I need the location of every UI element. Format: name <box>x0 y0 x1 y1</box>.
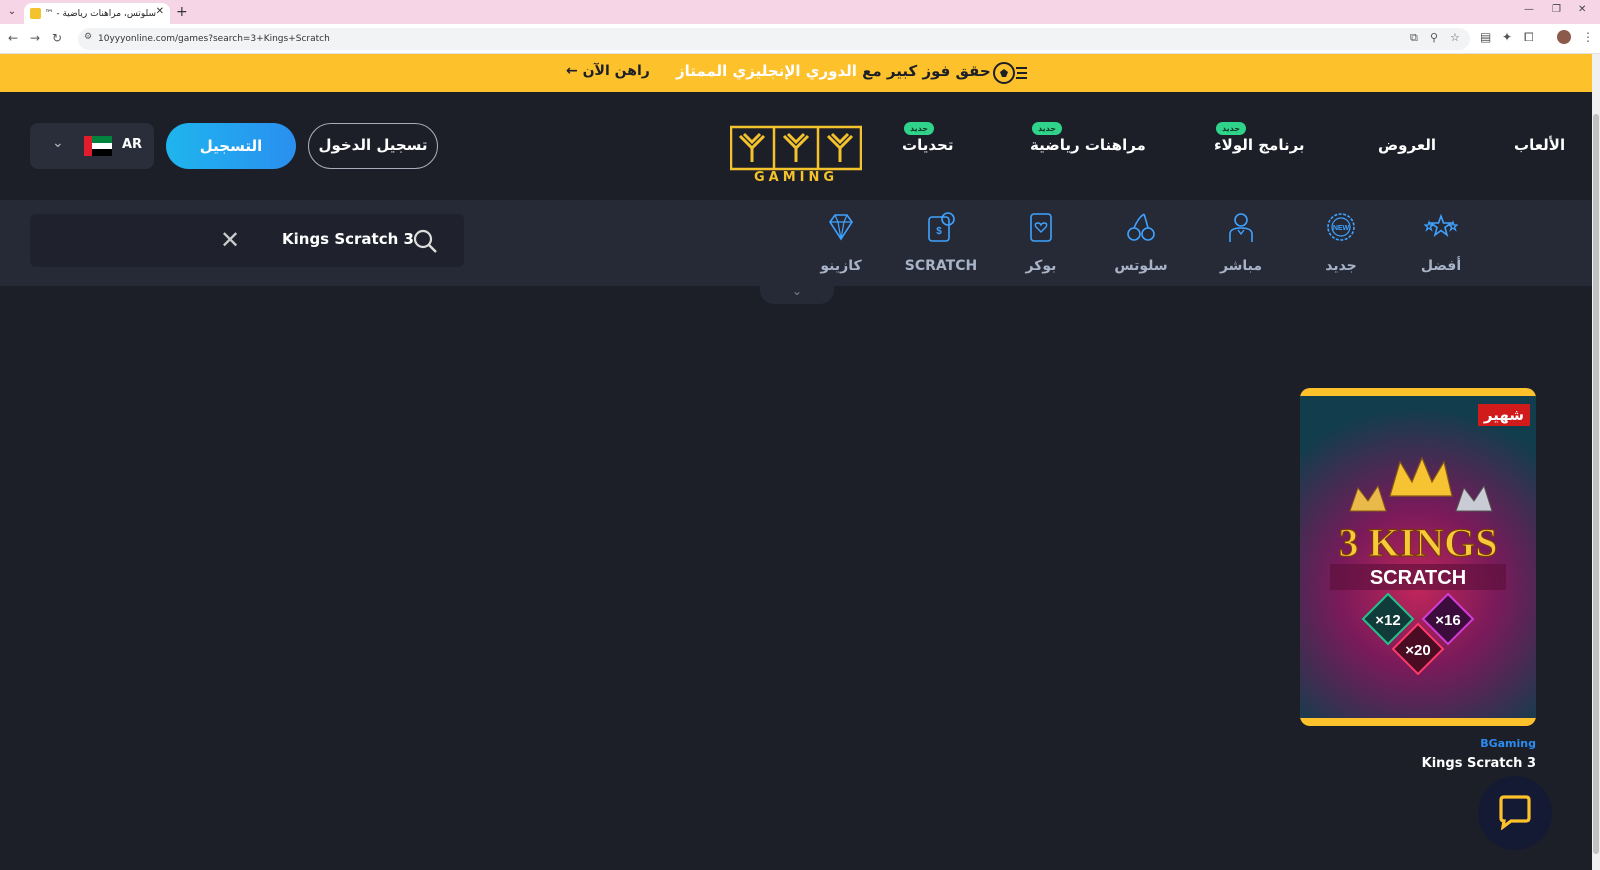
site-info-icon[interactable]: ⚙ <box>84 32 92 42</box>
promo-banner[interactable]: راهن الآن ← حقق فوز كبير مع الدوري الإنج… <box>0 54 1592 92</box>
address-bar[interactable]: ⚙ 10yyyonline.com/games?search=3+Kings+S… <box>78 28 1470 50</box>
tab-search-icon[interactable]: ⌄ <box>4 4 20 20</box>
logo-text: GAMING <box>753 170 839 185</box>
category-top[interactable]: أفضل <box>1396 206 1486 282</box>
nav-offers[interactable]: العروض <box>1378 136 1436 154</box>
game-art-multiplier: ×16 <box>1435 612 1460 629</box>
browser-menu-icon[interactable]: ⋮ <box>1582 30 1594 44</box>
game-thumbnail: 3 KINGS SCRATCH ×12 ×16 ×20 شهير <box>1300 396 1536 718</box>
zoom-icon[interactable]: ⚲ <box>1430 31 1438 44</box>
svg-text:$: $ <box>936 226 942 237</box>
chevron-down-icon: ⌄ <box>52 135 64 151</box>
back-icon[interactable]: ← <box>8 31 18 45</box>
page-scrollbar[interactable] <box>1592 54 1600 870</box>
dealer-icon <box>1229 213 1253 242</box>
diamond-icon <box>829 214 853 241</box>
tab-title: سلوتس، مراهنات رياضية - ™YYY <box>46 9 156 19</box>
tab-close-icon[interactable]: ✕ <box>156 6 164 17</box>
cherry-icon <box>1127 213 1155 241</box>
game-card[interactable]: 3 KINGS SCRATCH ×12 ×16 ×20 شهير <box>1300 388 1536 726</box>
loyalty-new-badge: جديد <box>1216 122 1247 135</box>
promo-text-prefix: حقق فوز كبير مع <box>856 62 991 80</box>
reload-icon[interactable]: ↻ <box>52 31 62 45</box>
live-chat-button[interactable] <box>1478 776 1552 850</box>
category-label: بوكر <box>1025 258 1057 274</box>
bookmark-star-icon[interactable]: ☆ <box>1450 31 1460 44</box>
search-query: Kings Scratch 3 <box>282 230 414 248</box>
category-label: SCRATCH <box>904 258 978 274</box>
maximize-icon[interactable]: ❐ <box>1552 4 1561 15</box>
card-heart-icon <box>1030 213 1052 242</box>
category-label: مباشر <box>1219 258 1263 274</box>
install-icon[interactable]: ⧉ <box>1410 31 1418 45</box>
scratch-card-icon: $ <box>928 212 955 242</box>
uae-flag-icon <box>84 136 112 156</box>
popular-badge: شهير <box>1477 404 1530 426</box>
new-badge-icon: NEW <box>1327 213 1355 241</box>
scrollbar-thumb[interactable] <box>1593 114 1599 854</box>
new-tab-icon[interactable]: + <box>176 3 188 21</box>
collapse-categories-toggle[interactable]: ⌄ <box>760 284 834 304</box>
category-scratch[interactable]: $ SCRATCH <box>896 206 986 282</box>
search-input[interactable]: Kings Scratch 3 ✕ <box>30 214 464 267</box>
nav-challenges[interactable]: تحديات <box>902 136 953 154</box>
stars-icon <box>1424 213 1458 238</box>
minimize-icon[interactable]: — <box>1524 4 1534 15</box>
language-selector[interactable]: ⌄ AR <box>30 123 154 169</box>
category-label: أفضل <box>1420 258 1462 274</box>
promo-text-highlight: الدوري الإنجليزي الممتاز <box>676 62 857 80</box>
forward-icon[interactable]: → <box>30 31 40 45</box>
browser-toolbar: ← → ↻ ⚙ 10yyyonline.com/games?search=3+K… <box>0 24 1600 54</box>
category-poker[interactable]: بوكر <box>996 206 1086 282</box>
category-slots[interactable]: سلوتس <box>1096 206 1186 282</box>
favicon-icon <box>30 8 41 19</box>
game-art-multiplier: ×20 <box>1405 642 1430 659</box>
profile-avatar[interactable] <box>1557 30 1571 44</box>
promo-text: حقق فوز كبير مع الدوري الإنجليزي الممتاز <box>676 62 991 80</box>
chat-bubble-icon <box>1499 795 1531 830</box>
search-icon <box>413 229 437 253</box>
game-art-multiplier: ×12 <box>1375 612 1400 629</box>
sports-new-badge: جديد <box>1032 122 1063 135</box>
category-new[interactable]: NEW جديد <box>1296 206 1386 282</box>
category-live[interactable]: مباشر <box>1196 206 1286 282</box>
login-button[interactable]: تسجيل الدخول <box>308 123 438 169</box>
nav-loyalty[interactable]: برنامج الولاء <box>1214 136 1305 154</box>
game-title[interactable]: Kings Scratch 3 <box>1300 756 1536 771</box>
category-casino[interactable]: كازينو <box>796 206 886 282</box>
game-art-subtitle: SCRATCH <box>1370 567 1466 589</box>
challenges-new-badge: جديد <box>904 122 935 135</box>
football-icon <box>993 62 1027 84</box>
browser-tab[interactable]: سلوتس، مراهنات رياضية - ™YYY ✕ <box>24 3 170 24</box>
category-label: سلوتس <box>1114 258 1168 274</box>
promo-cta-link[interactable]: راهن الآن ← <box>566 63 650 79</box>
svg-text:NEW: NEW <box>1333 225 1350 232</box>
game-art-title: 3 KINGS <box>1339 520 1498 565</box>
window-close-icon[interactable]: ✕ <box>1578 4 1586 15</box>
browser-tab-bar: ⌄ سلوتس، مراهنات رياضية - ™YYY ✕ + — ❐ ✕ <box>0 0 1600 24</box>
site-header: الألعاب العروض برنامج الولاء جديد مراهنا… <box>0 92 1592 200</box>
register-button[interactable]: التسجيل <box>166 123 296 169</box>
extension-icon[interactable]: ✦ <box>1502 30 1512 44</box>
extensions-puzzle-icon[interactable]: ⧠ <box>1524 30 1534 45</box>
category-label: كازينو <box>820 258 862 274</box>
nav-sports[interactable]: مراهنات رياضية <box>1030 136 1146 154</box>
game-art-illustration: 3 KINGS SCRATCH ×12 ×16 ×20 <box>1330 456 1506 676</box>
category-bar: Kings Scratch 3 ✕ أفضل NEW جديد مباشر سل… <box>0 200 1592 286</box>
clear-search-icon[interactable]: ✕ <box>220 228 240 252</box>
category-label: جديد <box>1325 258 1357 274</box>
url-text: 10yyyonline.com/games?search=3+Kings+Scr… <box>98 34 330 44</box>
nav-games[interactable]: الألعاب <box>1514 136 1565 154</box>
language-code: AR <box>122 137 143 152</box>
game-provider[interactable]: BGaming <box>1300 737 1536 750</box>
reading-list-icon[interactable]: ▤ <box>1480 30 1491 44</box>
